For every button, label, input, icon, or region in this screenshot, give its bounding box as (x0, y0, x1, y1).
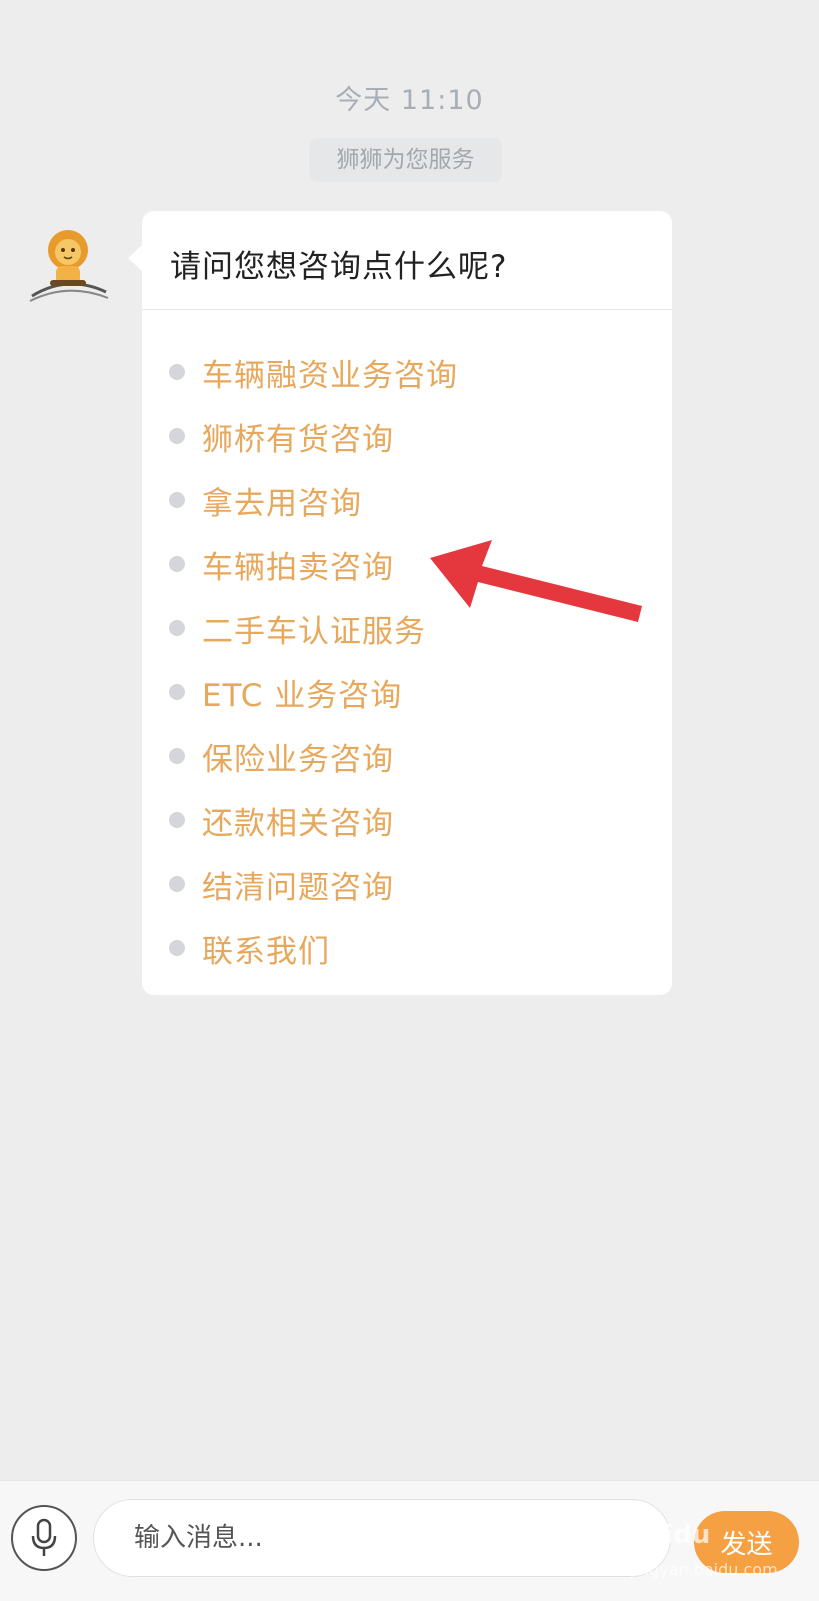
send-button[interactable]: 发送 (694, 1511, 799, 1573)
option-label: 还款相关咨询 (202, 805, 394, 842)
option-item-settlement[interactable]: 结清问题咨询 (142, 852, 672, 916)
option-label: 联系我们 (202, 933, 330, 970)
divider (142, 309, 672, 310)
option-item-insurance[interactable]: 保险业务咨询 (142, 724, 672, 788)
bubble-tail (128, 244, 143, 272)
bot-question: 请问您想咨询点什么呢? (170, 249, 508, 285)
input-bar: 发送 (0, 1480, 819, 1601)
bullet-dot (169, 748, 185, 764)
option-label: 车辆拍卖咨询 (202, 549, 394, 586)
option-label: 二手车认证服务 (202, 613, 426, 650)
option-item-repayment[interactable]: 还款相关咨询 (142, 788, 672, 852)
message-input[interactable] (93, 1499, 671, 1577)
bullet-dot (169, 556, 185, 572)
bullet-dot (169, 492, 185, 508)
bullet-dot (169, 812, 185, 828)
option-item-etc[interactable]: ETC 业务咨询 (142, 660, 672, 724)
option-item-contact-us[interactable]: 联系我们 (142, 916, 672, 980)
red-arrow-icon (430, 540, 642, 622)
service-notice: 狮狮为您服务 (309, 138, 502, 182)
option-label: 保险业务咨询 (202, 741, 394, 778)
option-list: 车辆融资业务咨询 狮桥有货咨询 拿去用咨询 车辆拍卖咨询 二手车认证服务 ETC… (142, 340, 672, 980)
option-label: 结清问题咨询 (202, 869, 394, 906)
option-item-shiqiao-cargo[interactable]: 狮桥有货咨询 (142, 404, 672, 468)
option-label: 拿去用咨询 (202, 485, 362, 522)
bullet-dot (169, 620, 185, 636)
microphone-icon (31, 1518, 57, 1556)
bullet-dot (169, 940, 185, 956)
option-item-naquyong[interactable]: 拿去用咨询 (142, 468, 672, 532)
option-item-vehicle-financing[interactable]: 车辆融资业务咨询 (142, 340, 672, 404)
bullet-dot (169, 428, 185, 444)
bullet-dot (169, 684, 185, 700)
timestamp: 今天 11:10 (335, 85, 484, 116)
bullet-dot (169, 876, 185, 892)
lion-avatar-icon[interactable] (26, 226, 110, 306)
microphone-button[interactable] (11, 1505, 77, 1571)
option-label: 车辆融资业务咨询 (202, 357, 458, 394)
option-label: ETC 业务咨询 (202, 677, 403, 714)
bullet-dot (169, 364, 185, 380)
option-label: 狮桥有货咨询 (202, 421, 394, 458)
